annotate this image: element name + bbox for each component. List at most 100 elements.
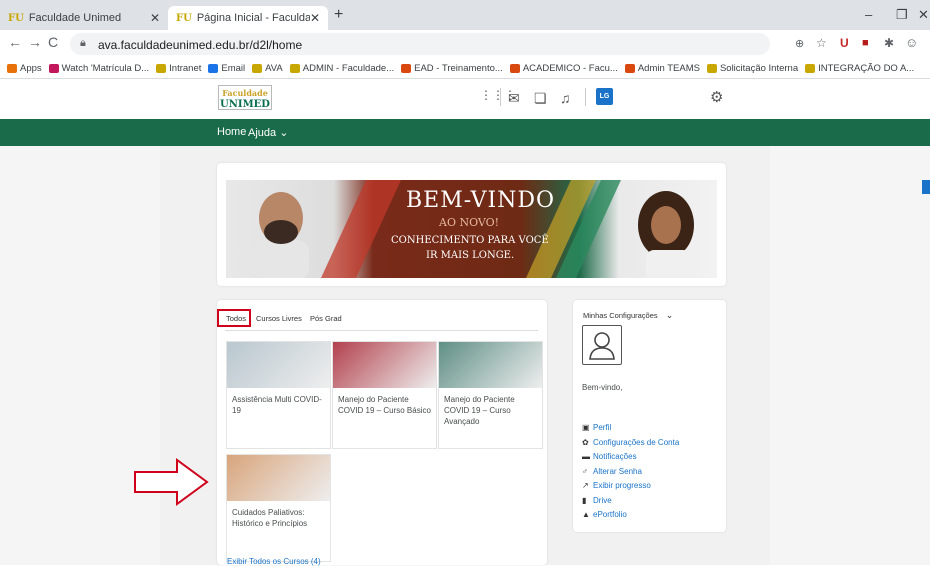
star-icon[interactable]: ☆ [816, 36, 827, 50]
bookmark-label: ACADEMICO - Facu... [522, 62, 618, 74]
nav-ajuda-link[interactable]: Ajuda ⌄ [248, 126, 288, 139]
bookmark-item[interactable]: Intranet [156, 63, 201, 74]
course-tile[interactable]: Manejo do Paciente COVID 19 – Curso Bási… [332, 341, 437, 449]
bookmark-item[interactable]: Watch 'Matrícula D... [48, 62, 150, 74]
course-image[interactable] [333, 342, 436, 388]
extensions-puzzle-icon[interactable]: ✱ [884, 36, 894, 50]
new-tab-icon[interactable]: + [334, 6, 343, 24]
settings-link-icon: ▲ [582, 510, 590, 519]
bookmark-icon [805, 63, 816, 73]
red-arrow-annotation [134, 458, 209, 506]
course-image[interactable] [227, 455, 330, 501]
settings-link-label: Notificações [593, 452, 637, 461]
course-image[interactable] [227, 342, 330, 388]
settings-link-exibir-progresso[interactable]: ↗ Exibir progresso [582, 481, 651, 490]
bookmark-label: INTEGRAÇÃO DO A... [818, 62, 915, 74]
navbar [0, 119, 930, 146]
message-icon[interactable]: ✉ [508, 90, 520, 107]
pdf-extension-icon[interactable]: ■ [862, 37, 869, 49]
reload-icon[interactable]: C [48, 34, 58, 50]
user-silhouette-icon [589, 332, 615, 360]
chevron-down-icon[interactable]: ⌄ [666, 310, 674, 320]
bookmark-item[interactable]: ADMIN - Faculdade... [289, 62, 395, 74]
settings-link-configura-es-de-conta[interactable]: ✿ Configurações de Conta [582, 438, 679, 447]
bookmark-item[interactable]: INTEGRAÇÃO DO A... [805, 63, 914, 74]
settings-link-label: Drive [593, 495, 612, 505]
course-title[interactable]: Manejo do Paciente COVID 19 – Curso Avan… [439, 388, 542, 427]
course-tile[interactable]: Assistência Multi COVID-19 [226, 341, 331, 449]
user-avatar[interactable]: LG [596, 88, 613, 105]
close-tab-icon[interactable]: ✕ [150, 11, 160, 25]
bookmark-icon [208, 63, 219, 73]
course-image[interactable] [439, 342, 542, 388]
settings-link-notifica-es[interactable]: ▬ Notificações [582, 452, 637, 461]
tab-pos-grad[interactable]: Pós Grad [310, 314, 342, 323]
settings-gear-icon[interactable]: ⚙ [710, 88, 723, 106]
unimed-favicon-icon: FU [176, 12, 192, 24]
settings-link-icon: ▬ [582, 452, 590, 461]
bookmark-icon [48, 63, 59, 73]
bookmark-label: Intranet [169, 62, 202, 74]
bookmark-icon [289, 63, 300, 73]
zoom-icon[interactable]: ⊕ [795, 37, 804, 50]
settings-link-alterar-senha[interactable]: ♂ Alterar Senha [582, 467, 642, 476]
forward-icon[interactable]: → [28, 34, 42, 50]
settings-link-eportfolio[interactable]: ▲ ePortfolio [582, 510, 627, 519]
bookmark-label: Admin TEAMS [637, 62, 700, 74]
bookmark-label: Watch 'Matrícula D... [61, 62, 150, 74]
bookmark-icon [509, 63, 520, 73]
minimize-icon[interactable]: – [865, 7, 872, 22]
faculdade-unimed-logo[interactable]: Faculdade UNIMED [218, 85, 272, 110]
bookmark-item[interactable]: Apps [7, 63, 42, 74]
tab-cursos-livres[interactable]: Cursos Livres [256, 314, 302, 323]
nav-home-link[interactable]: Home [217, 126, 246, 138]
tab-label: Página Inicial - Faculdade Unime... [196, 12, 310, 24]
side-tab-button[interactable] [922, 180, 930, 194]
course-tile[interactable]: Cuidados Paliativos: Histórico e Princíp… [226, 454, 331, 562]
bookmark-item[interactable]: Admin TEAMS [624, 62, 700, 74]
header-divider [585, 88, 586, 106]
tabs-divider [225, 330, 538, 331]
close-window-icon[interactable]: ✕ [918, 7, 929, 23]
bookmark-item[interactable]: EAD - Treinamento... [401, 63, 503, 74]
bookmark-icon [401, 63, 412, 73]
bookmark-item[interactable]: Email [208, 63, 245, 74]
settings-title-text: Minhas Configurações [583, 311, 658, 320]
close-tab-icon[interactable]: ✕ [310, 11, 320, 25]
browser-tab-faculdade[interactable]: FU Faculdade Unimed ✕ [0, 6, 168, 30]
bookmark-label: Email [221, 62, 246, 74]
account-icon[interactable]: ☺ [905, 35, 918, 50]
back-icon[interactable]: ← [8, 34, 22, 50]
bookmark-label: ADMIN - Faculdade... [302, 62, 395, 74]
settings-link-drive[interactable]: ▮ Drive [582, 496, 612, 505]
bookmark-item[interactable]: Solicitação Interna [706, 62, 799, 74]
course-title[interactable]: Assistência Multi COVID-19 [227, 388, 330, 416]
settings-title[interactable]: Minhas Configurações ⌄ [583, 310, 673, 321]
notification-bell-icon[interactable]: ♫ [560, 90, 571, 106]
banner-title: BEM-VINDO [406, 188, 556, 213]
browser-tab-pagina-inicial[interactable]: FU Página Inicial - Faculdade Unime... ✕ [168, 6, 328, 30]
settings-link-icon: ↗ [582, 481, 589, 490]
tab-label: Faculdade Unimed [28, 12, 122, 24]
bookmark-item[interactable]: ACADEMICO - Facu... [509, 62, 618, 74]
chat-icon[interactable]: ❏ [534, 90, 547, 107]
settings-link-label: ePortfolio [593, 510, 627, 519]
bookmark-label: Solicitação Interna [719, 62, 799, 74]
right-gutter [770, 146, 930, 565]
url-text[interactable]: ava.faculdadeunimed.edu.br/d2l/home [98, 38, 302, 52]
site-header [0, 79, 930, 119]
bookmark-label: Apps [20, 62, 42, 74]
bookmark-item[interactable]: AVA [252, 63, 283, 74]
profile-picture[interactable] [582, 325, 622, 365]
bookmark-icon [706, 63, 717, 73]
settings-link-perfil[interactable]: ▣ Perfil [582, 423, 611, 432]
lock-icon[interactable]: 🔒︎ [80, 37, 86, 50]
course-tile[interactable]: Manejo do Paciente COVID 19 – Curso Avan… [438, 341, 543, 449]
welcome-text: Bem-vindo, [582, 383, 623, 392]
course-title[interactable]: Manejo do Paciente COVID 19 – Curso Bási… [333, 388, 436, 416]
bookmark-label: EAD - Treinamento... [414, 62, 503, 74]
settings-link-label: Configurações de Conta [593, 437, 680, 447]
restore-icon[interactable]: ❐ [896, 7, 908, 23]
course-title[interactable]: Cuidados Paliativos: Histórico e Princíp… [227, 501, 330, 529]
extension-shield-icon[interactable]: U [840, 36, 849, 50]
